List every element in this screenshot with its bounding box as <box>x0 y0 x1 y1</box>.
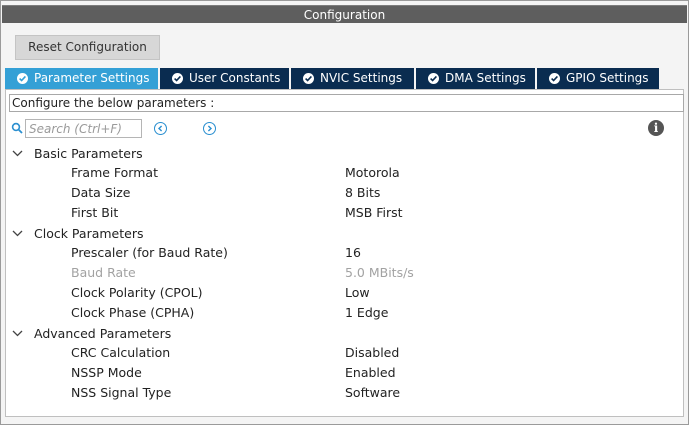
param-value[interactable]: Software <box>345 383 400 403</box>
param-name: Prescaler (for Baud Rate) <box>71 245 228 260</box>
parameter-settings-panel: Configure the below parameters : i Basic… <box>5 89 684 417</box>
chevron-down-icon[interactable] <box>12 330 24 337</box>
tab-parameter-settings[interactable]: Parameter Settings <box>5 68 160 89</box>
group-clock-parameters[interactable]: Clock Parameters <box>12 223 143 243</box>
tab-dma-settings[interactable]: DMA Settings <box>416 68 537 89</box>
group-label: Advanced Parameters <box>34 325 172 341</box>
param-row-frame-format[interactable]: Frame Format Motorola <box>6 163 683 183</box>
param-name: NSS Signal Type <box>71 385 172 400</box>
param-name: Baud Rate <box>71 265 136 280</box>
group-label: Basic Parameters <box>34 145 143 161</box>
param-value[interactable]: 1 Edge <box>345 303 388 323</box>
check-circle-icon <box>428 73 439 84</box>
param-row-nss-signal-type[interactable]: NSS Signal Type Software <box>6 383 683 403</box>
param-value[interactable]: MSB First <box>345 203 403 223</box>
param-row-nssp-mode[interactable]: NSSP Mode Enabled <box>6 363 683 383</box>
param-row-clock-polarity[interactable]: Clock Polarity (CPOL) Low <box>6 283 683 303</box>
param-row-prescaler[interactable]: Prescaler (for Baud Rate) 16 <box>6 243 683 263</box>
param-value[interactable]: 16 <box>345 243 361 263</box>
param-row-data-size[interactable]: Data Size 8 Bits <box>6 183 683 203</box>
check-circle-icon <box>549 73 560 84</box>
param-value: 5.0 MBits/s <box>345 265 414 280</box>
group-basic-parameters[interactable]: Basic Parameters <box>12 143 143 163</box>
param-name: NSSP Mode <box>71 365 142 380</box>
param-value[interactable]: 8 Bits <box>345 183 380 203</box>
check-circle-icon <box>17 73 28 84</box>
tab-label: User Constants <box>189 71 281 85</box>
param-value[interactable]: Motorola <box>345 163 400 183</box>
window-title: Configuration <box>2 5 687 23</box>
param-value[interactable]: Disabled <box>345 343 399 363</box>
param-name: CRC Calculation <box>71 345 171 360</box>
param-name: Data Size <box>71 185 131 200</box>
chevron-right-circle-icon[interactable] <box>203 122 216 135</box>
chevron-down-icon[interactable] <box>12 150 24 157</box>
tab-label: DMA Settings <box>445 71 526 85</box>
reset-configuration-button[interactable]: Reset Configuration <box>15 35 160 60</box>
param-name: Clock Polarity (CPOL) <box>71 285 203 300</box>
param-name: First Bit <box>71 205 119 220</box>
param-row-baud-rate: Baud Rate 5.0 MBits/s <box>6 263 683 283</box>
param-value[interactable]: Low <box>345 283 370 303</box>
tab-gpio-settings[interactable]: GPIO Settings <box>537 68 661 89</box>
group-label: Clock Parameters <box>34 225 144 241</box>
tab-label: NVIC Settings <box>320 71 403 85</box>
tab-label: Parameter Settings <box>34 71 150 85</box>
check-circle-icon <box>303 73 314 84</box>
param-row-crc-calculation[interactable]: CRC Calculation Disabled <box>6 343 683 363</box>
param-row-first-bit[interactable]: First Bit MSB First <box>6 203 683 223</box>
param-name: Clock Phase (CPHA) <box>71 305 195 320</box>
search-icon <box>11 122 23 134</box>
configuration-window: Configuration Reset Configuration Parame… <box>0 0 689 425</box>
group-advanced-parameters[interactable]: Advanced Parameters <box>12 323 171 343</box>
tab-label: GPIO Settings <box>566 71 649 85</box>
tab-user-constants[interactable]: User Constants <box>160 68 291 89</box>
panel-description: Configure the below parameters : <box>9 94 684 112</box>
param-row-clock-phase[interactable]: Clock Phase (CPHA) 1 Edge <box>6 303 683 323</box>
info-icon[interactable]: i <box>648 120 664 136</box>
chevron-left-circle-icon[interactable] <box>154 122 167 135</box>
param-name: Frame Format <box>71 165 158 180</box>
check-circle-icon <box>172 73 183 84</box>
settings-tabbar: Parameter Settings User Constants NVIC S… <box>5 68 661 89</box>
chevron-down-icon[interactable] <box>12 230 24 237</box>
param-value[interactable]: Enabled <box>345 363 396 383</box>
tab-nvic-settings[interactable]: NVIC Settings <box>291 68 416 89</box>
search-input[interactable] <box>25 119 142 138</box>
